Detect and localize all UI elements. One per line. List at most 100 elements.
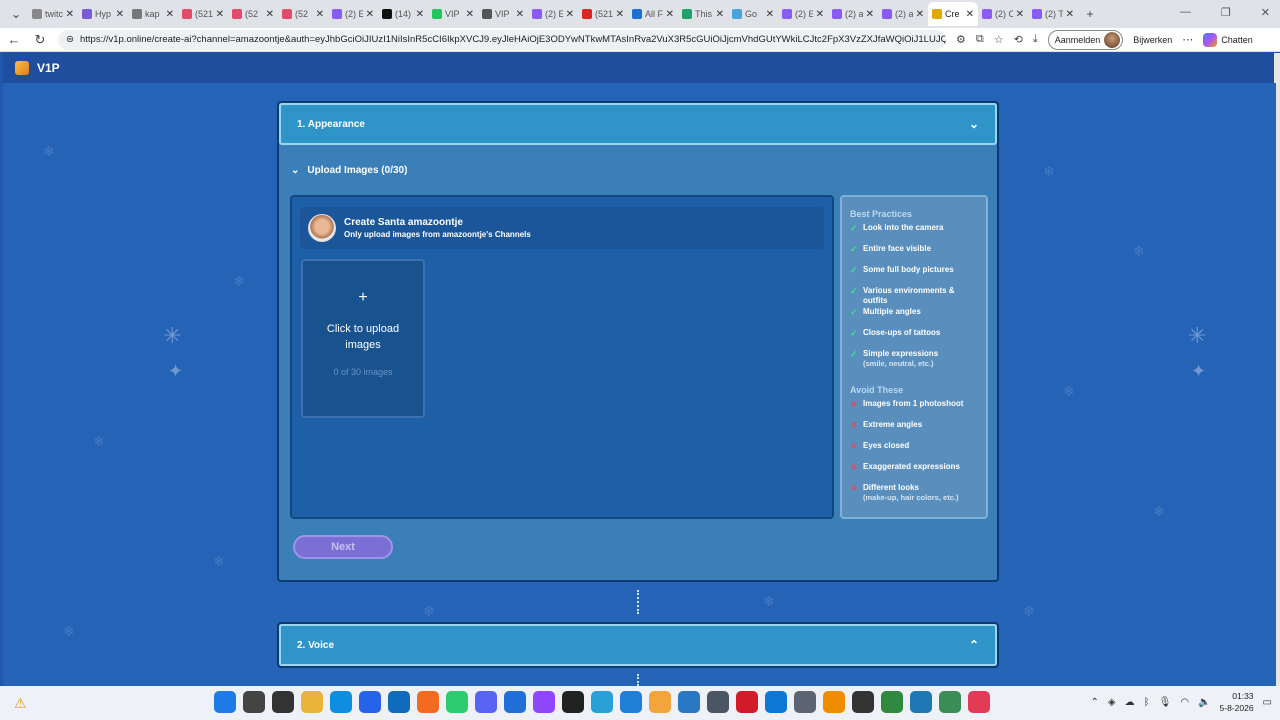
sign-in-button[interactable]: Aanmelden: [1047, 29, 1124, 50]
tab-close-icon[interactable]: ✕: [466, 9, 474, 20]
music-icon[interactable]: [968, 691, 990, 713]
browser-tab[interactable]: (521 ✕: [578, 2, 628, 26]
app-images-icon[interactable]: [649, 691, 671, 713]
browser-tab[interactable]: Cre ✕: [928, 2, 978, 26]
maximize-icon[interactable]: ❐: [1221, 6, 1231, 19]
extension-icon[interactable]: ⚙: [956, 33, 966, 46]
close-window-icon[interactable]: ✕: [1261, 6, 1270, 19]
reload-icon[interactable]: ↻: [32, 32, 48, 48]
tab-close-icon[interactable]: ✕: [1016, 9, 1024, 20]
tab-close-icon[interactable]: ✕: [166, 9, 174, 20]
photos-icon[interactable]: [591, 691, 613, 713]
split-screen-icon[interactable]: ⧉: [976, 33, 984, 46]
clock[interactable]: 01:33 5-8-2026: [1220, 690, 1254, 714]
app-green-icon[interactable]: [939, 691, 961, 713]
browser-tab[interactable]: kap ✕: [128, 2, 178, 26]
tab-close-icon[interactable]: ✕: [316, 9, 324, 20]
tab-close-icon[interactable]: ✕: [516, 9, 524, 20]
chrome-icon[interactable]: [881, 691, 903, 713]
tray-app-icon[interactable]: ◈: [1108, 697, 1116, 708]
tab-close-icon[interactable]: ✕: [416, 9, 424, 20]
more-menu-icon[interactable]: ⋯: [1182, 33, 1193, 46]
new-tab-plus-icon[interactable]: +: [1078, 7, 1102, 21]
browser-tab[interactable]: (52 ✕: [228, 2, 278, 26]
app-photo-icon[interactable]: [678, 691, 700, 713]
chevron-up-icon[interactable]: ⌃: [1091, 697, 1099, 708]
twitch-icon[interactable]: [533, 691, 555, 713]
tab-close-icon[interactable]: ✕: [116, 9, 124, 20]
appearance-header[interactable]: 1. Appearance ⌄: [279, 103, 997, 145]
tab-close-icon[interactable]: ✕: [1066, 9, 1074, 20]
brand-name[interactable]: V1P: [37, 61, 60, 75]
warning-icon[interactable]: ⚠: [14, 695, 27, 712]
firefox-icon[interactable]: [417, 691, 439, 713]
wifi-icon[interactable]: ◠: [1180, 697, 1189, 708]
favorites-icon[interactable]: ☆: [994, 33, 1004, 46]
browser-tab[interactable]: (2) a ✕: [878, 2, 928, 26]
chevron-down-icon[interactable]: ⌄: [969, 117, 979, 131]
browser-tab[interactable]: (2) E ✕: [328, 2, 378, 26]
history-icon[interactable]: ⟲: [1014, 33, 1023, 46]
voice-header[interactable]: 2. Voice ⌃: [279, 624, 997, 666]
browser-tab[interactable]: (14) ✕: [378, 2, 428, 26]
browser-tab[interactable]: (2) E ✕: [528, 2, 578, 26]
edge-icon[interactable]: [330, 691, 352, 713]
update-button[interactable]: Bijwerken: [1133, 35, 1172, 45]
browser-tab[interactable]: (2) E ✕: [778, 2, 828, 26]
tab-close-icon[interactable]: ✕: [666, 9, 674, 20]
app-camera-icon[interactable]: [910, 691, 932, 713]
network-icon[interactable]: ☁: [1125, 697, 1135, 708]
tab-close-icon[interactable]: ✕: [816, 9, 824, 20]
tab-close-icon[interactable]: ✕: [266, 9, 274, 20]
app-dark-icon[interactable]: [852, 691, 874, 713]
v1p-logo-icon[interactable]: [15, 61, 29, 75]
bluetooth-icon[interactable]: ᛒ: [1144, 697, 1150, 708]
tab-close-icon[interactable]: ✕: [366, 9, 374, 20]
tab-close-icon[interactable]: ✕: [716, 9, 724, 20]
upload-images-toggle[interactable]: ⌄ Upload Images (0/30): [291, 165, 407, 176]
browser-tab[interactable]: (52 ✕: [278, 2, 328, 26]
store-icon[interactable]: [359, 691, 381, 713]
outlook-icon[interactable]: [388, 691, 410, 713]
calculator-icon[interactable]: [707, 691, 729, 713]
browser-tab[interactable]: Go ✕: [728, 2, 778, 26]
tab-close-icon[interactable]: ✕: [966, 9, 974, 20]
search-icon[interactable]: [243, 691, 265, 713]
task-view-icon[interactable]: [272, 691, 294, 713]
browser-tab[interactable]: (2) a ✕: [828, 2, 878, 26]
volume-icon[interactable]: 🔈: [1198, 697, 1210, 708]
tab-close-icon[interactable]: ✕: [916, 9, 924, 20]
tab-list-chevron-icon[interactable]: ⌄: [4, 7, 28, 21]
browser-tab[interactable]: (2) C ✕: [978, 2, 1028, 26]
notifications-icon[interactable]: ▭: [1263, 697, 1272, 708]
browser-tab[interactable]: (2) T ✕: [1028, 2, 1078, 26]
app-blue-icon[interactable]: [504, 691, 526, 713]
browser-tab[interactable]: twitc ✕: [28, 2, 78, 26]
browser-tab[interactable]: Hyp ✕: [78, 2, 128, 26]
opera-icon[interactable]: [736, 691, 758, 713]
minimize-icon[interactable]: —: [1180, 6, 1191, 19]
address-bar[interactable]: ⊜ https://v1p.online/create-ai?channel=a…: [58, 29, 946, 50]
back-arrow-icon[interactable]: ←: [6, 32, 22, 47]
browser-tab[interactable]: All F ✕: [628, 2, 678, 26]
settings-icon[interactable]: [794, 691, 816, 713]
downloads-icon[interactable]: ⤓: [1033, 33, 1038, 46]
app-design-icon[interactable]: [620, 691, 642, 713]
browser-tab[interactable]: VIP ✕: [428, 2, 478, 26]
discord-icon[interactable]: [475, 691, 497, 713]
browser-tab[interactable]: VIP ✕: [478, 2, 528, 26]
start-icon[interactable]: [214, 691, 236, 713]
whatsapp-icon[interactable]: [446, 691, 468, 713]
tab-close-icon[interactable]: ✕: [66, 9, 74, 20]
tab-close-icon[interactable]: ✕: [866, 9, 874, 20]
microphone-icon[interactable]: 🎙: [1159, 697, 1172, 708]
tab-close-icon[interactable]: ✕: [616, 9, 624, 20]
terminal-icon[interactable]: [562, 691, 584, 713]
vscode-icon[interactable]: [765, 691, 787, 713]
browser-tab[interactable]: (521 ✕: [178, 2, 228, 26]
file-explorer-icon[interactable]: [301, 691, 323, 713]
image-upload-dropzone[interactable]: + Click to upload images 0 of 30 images: [301, 259, 425, 418]
tab-close-icon[interactable]: ✕: [566, 9, 574, 20]
tab-close-icon[interactable]: ✕: [766, 9, 774, 20]
chevron-up-icon[interactable]: ⌃: [969, 638, 979, 652]
